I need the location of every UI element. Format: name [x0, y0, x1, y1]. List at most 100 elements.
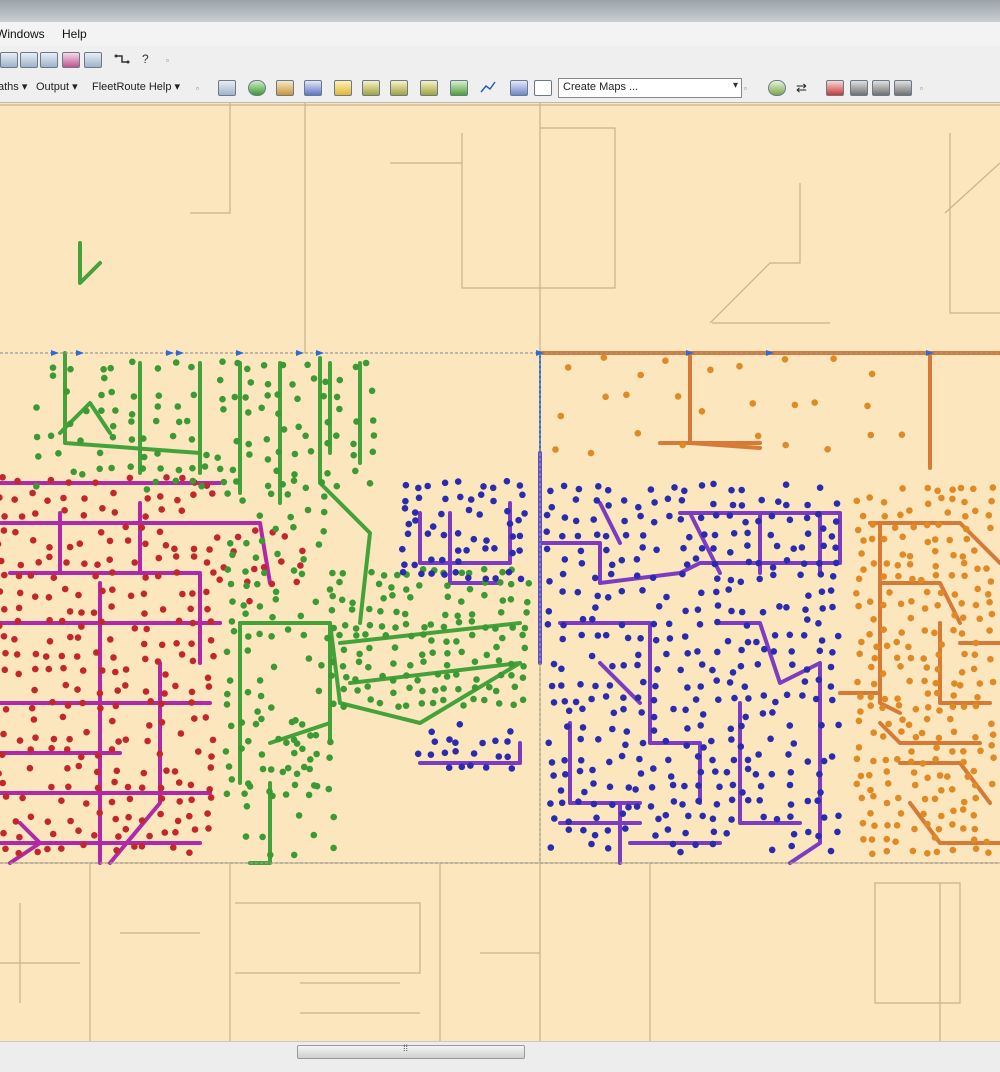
stop-point [931, 547, 939, 555]
stop-point [32, 734, 39, 741]
toolbar-grip[interactable]: ▫ [744, 84, 752, 94]
stop-point [503, 477, 511, 485]
output-menu[interactable]: Output ▾ [36, 80, 78, 93]
whats-this-help-icon[interactable]: ? [142, 52, 158, 66]
route-line [938, 621, 992, 705]
stop-point [382, 632, 390, 639]
stop-point [35, 559, 42, 566]
stop-point [709, 756, 716, 764]
stop-point [389, 677, 397, 684]
stop-point [463, 547, 470, 554]
street-line [874, 882, 961, 1004]
stop-point [768, 770, 776, 778]
stop-point [620, 705, 627, 713]
print-preview-icon[interactable] [850, 80, 868, 96]
stop-point [245, 409, 252, 416]
stop-point [258, 715, 265, 723]
stop-point [724, 637, 732, 645]
fleetroute-help-menu[interactable]: FleetRoute Help ▾ [92, 80, 180, 93]
route-line [418, 741, 522, 765]
direction-arrow [236, 350, 244, 356]
street-line [235, 902, 421, 974]
stop-point [956, 682, 964, 689]
toolbar-grip[interactable]: ▫ [166, 56, 174, 66]
route-line [248, 781, 272, 865]
stop-point [698, 661, 706, 668]
stop-point [802, 606, 809, 613]
menu-help[interactable]: Help [62, 27, 87, 41]
stop-point [354, 687, 361, 694]
batch-print-icon[interactable] [894, 80, 912, 96]
stop-point [223, 790, 231, 798]
stop-point [552, 446, 559, 453]
stop-point [30, 716, 38, 723]
menu-windows[interactable]: Windows [0, 27, 45, 41]
stop-point [698, 589, 705, 597]
stop-point [140, 453, 148, 461]
layout-icon[interactable] [0, 52, 18, 68]
stop-point [666, 512, 673, 520]
route-window-icon[interactable] [218, 80, 236, 96]
route-map[interactable] [0, 103, 1000, 1041]
stop-point [336, 578, 343, 586]
stop-point [670, 705, 677, 713]
export-icon[interactable] [872, 80, 890, 96]
stop-point [873, 643, 880, 651]
stop-point [946, 536, 953, 544]
catalog-icon[interactable] [40, 52, 58, 68]
students-icon[interactable] [362, 80, 380, 96]
assign-icon[interactable] [390, 80, 408, 96]
stop-point [15, 572, 23, 580]
home-icon[interactable] [276, 80, 294, 96]
toolbar-grip[interactable]: ▫ [196, 84, 204, 94]
stop-point [879, 704, 886, 712]
bus-icon[interactable] [304, 80, 322, 96]
stop-point [760, 692, 768, 699]
report-chart-icon[interactable] [510, 80, 528, 96]
stop-point [723, 768, 731, 776]
stop-point [578, 560, 586, 567]
toolbar-grip[interactable]: ▫ [920, 84, 928, 94]
stop-point [590, 516, 597, 523]
paths-menu[interactable]: aths ▾ [0, 80, 27, 93]
stop-point [682, 706, 689, 714]
stop-point [683, 561, 691, 568]
map-view-icon[interactable] [20, 52, 38, 68]
stop-point [906, 507, 913, 514]
stop-point [650, 696, 658, 704]
stop-point [559, 588, 566, 595]
school-icon[interactable] [420, 80, 438, 96]
stop-point [244, 647, 252, 654]
stop-point [815, 620, 822, 627]
stop-point [258, 537, 266, 545]
path-icon[interactable] [480, 80, 496, 94]
create-maps-dropdown[interactable]: Create Maps ... ▾ [558, 78, 742, 98]
document-icon[interactable] [534, 80, 552, 96]
stop-point [883, 560, 891, 567]
stops-icon[interactable] [334, 80, 352, 96]
stop-point [951, 591, 959, 598]
toolbox-icon[interactable] [62, 52, 80, 68]
stop-point [699, 812, 706, 820]
stop-point [565, 826, 573, 833]
stop-point [16, 737, 24, 744]
stop-point [355, 658, 363, 666]
swap-icon[interactable]: ⇄ [796, 80, 812, 95]
stop-point [756, 575, 763, 583]
window-icon[interactable] [84, 52, 102, 68]
stop-point [350, 440, 357, 448]
stop-point [402, 702, 410, 709]
print-icon[interactable] [826, 80, 844, 96]
stop-point [482, 545, 489, 552]
refresh-map-icon[interactable] [768, 80, 786, 96]
stop-point [2, 793, 10, 800]
map-canvas[interactable] [0, 103, 1000, 1041]
transfer-icon[interactable] [450, 80, 468, 96]
editor-icon[interactable] [114, 52, 130, 66]
stop-point [770, 571, 777, 579]
stop-point [835, 721, 842, 729]
stop-point [923, 588, 931, 596]
globe-icon[interactable] [248, 80, 266, 96]
stop-point [682, 829, 689, 837]
horizontal-scrollbar[interactable]: ⁞⁞ [297, 1043, 525, 1059]
